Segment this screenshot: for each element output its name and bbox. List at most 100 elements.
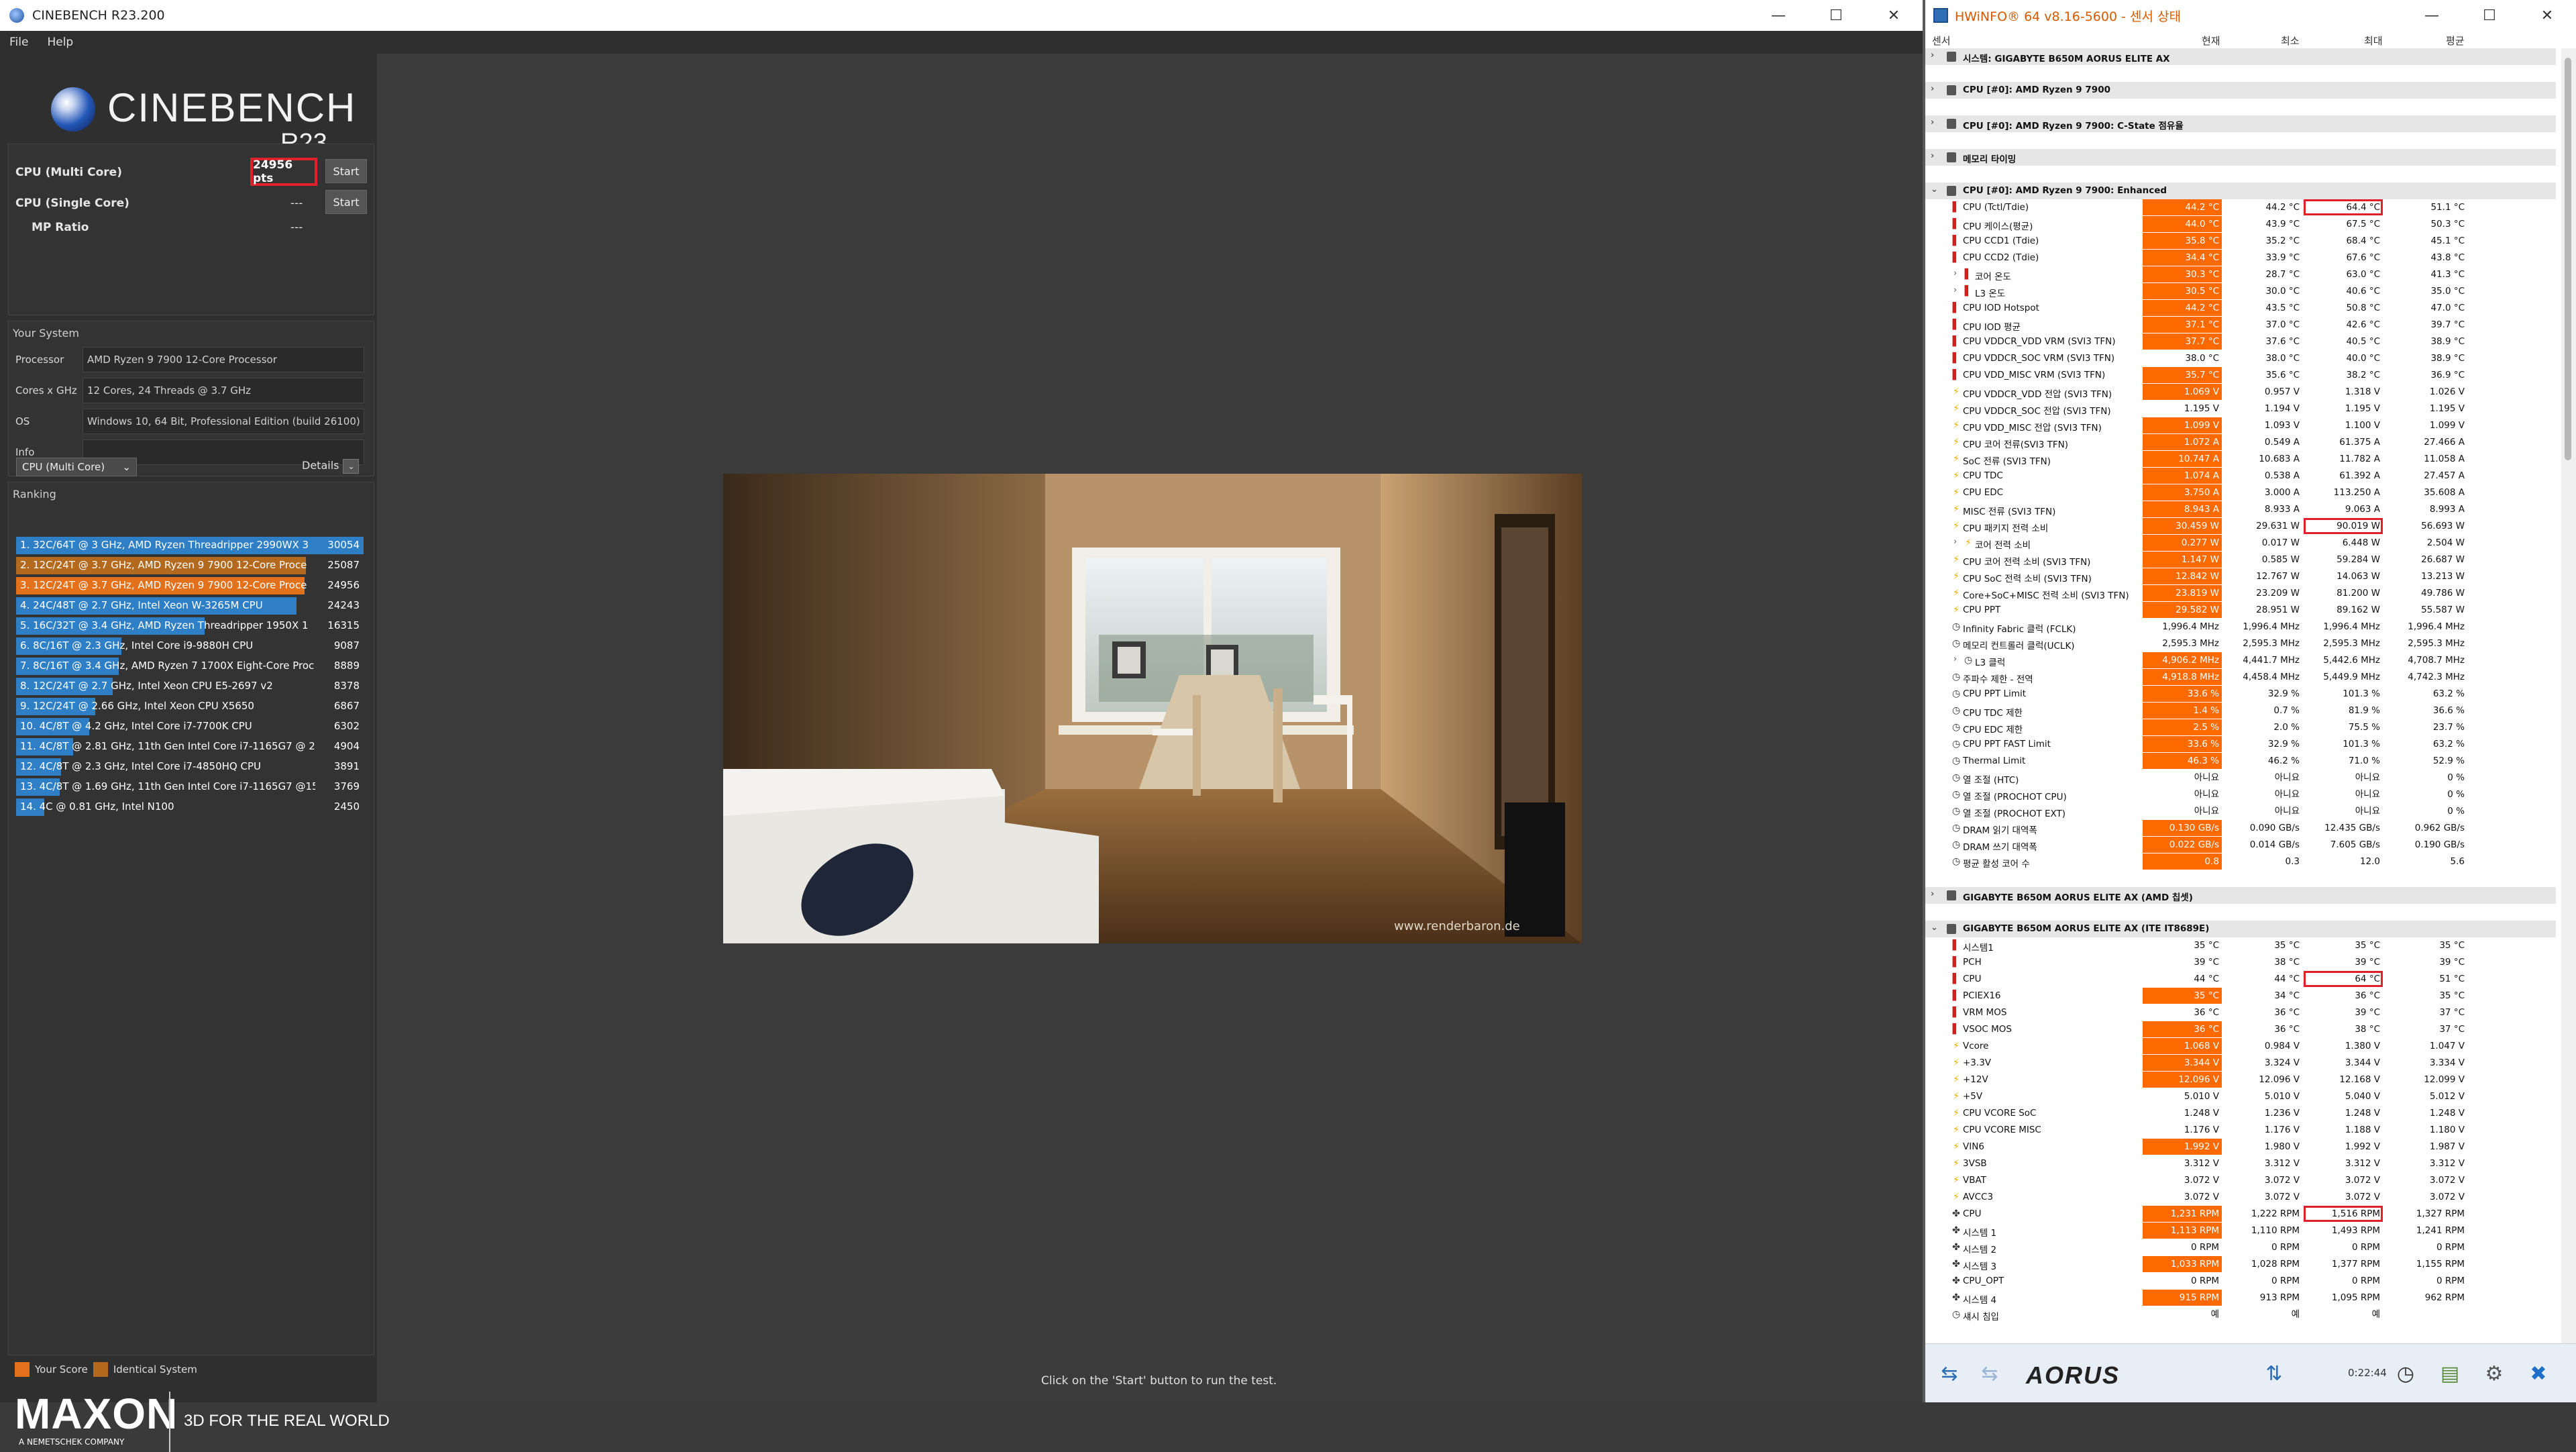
arrow-left-right-disabled-icon[interactable]: ⇆: [1972, 1359, 2007, 1388]
maximize-icon[interactable]: ☐: [2461, 0, 2518, 31]
sensor-row[interactable]: ◷ 열 조절 (PROCHOT EXT) 아니요 아니요 아니요 0 %: [1925, 803, 2556, 820]
chevron-right-icon[interactable]: ›: [1931, 151, 1934, 161]
sensor-row[interactable]: ⚡ Vcore 1.068 V 0.984 V 1.380 V 1.047 V: [1925, 1038, 2556, 1055]
sensor-row[interactable]: ◷ CPU EDC 제한 2.5 % 2.0 % 75.5 % 23.7 %: [1925, 719, 2556, 736]
col-avg[interactable]: 평균: [2446, 34, 2465, 48]
ranking-row[interactable]: 1. 32C/64T @ 3 GHz, AMD Ryzen Threadripp…: [16, 537, 364, 554]
sensor-row[interactable]: ◷ 주파수 제한 - 전역 4,918.8 MHz 4,458.4 MHz 5,449.…: [1925, 669, 2556, 686]
ranking-row[interactable]: 7. 8C/16T @ 3.4 GHz, AMD Ryzen 7 1700X E…: [16, 658, 364, 675]
sensor-row[interactable]: ▌ CPU 44 °C 44 °C 64 °C 51 °C: [1925, 971, 2556, 988]
sensor-row[interactable]: ▌ PCH 39 °C 38 °C 39 °C 39 °C: [1925, 954, 2556, 971]
sensor-row[interactable]: ◷ DRAM 쓰기 대역폭 0.022 GB/s 0.014 GB/s 7.605 GB…: [1925, 837, 2556, 853]
gear-icon[interactable]: ⚙: [2477, 1359, 2512, 1388]
ranking-row[interactable]: 10. 4C/8T @ 4.2 GHz, Intel Core i7-7700K…: [16, 718, 364, 735]
sensor-row[interactable]: › ⚡ 코어 전력 소비 0.277 W 0.017 W 6.448 W 2.504 W: [1925, 535, 2556, 552]
ranking-row[interactable]: 11. 4C/8T @ 2.81 GHz, 11th Gen Intel Cor…: [16, 738, 364, 756]
sensor-row[interactable]: ▌ VSOC MOS 36 °C 36 °C 38 °C 37 °C: [1925, 1021, 2556, 1038]
col-max[interactable]: 최대: [2364, 34, 2383, 48]
chevron-right-icon[interactable]: ›: [1953, 268, 1957, 278]
ranking-select[interactable]: CPU (Multi Core) ⌄: [16, 458, 137, 476]
sensor-row[interactable]: ◷ Infinity Fabric 클럭 (FCLK) 1,996.4 MHz 1,9…: [1925, 619, 2556, 635]
sensor-row[interactable]: ◷ CPU TDC 제한 1.4 % 0.7 % 81.9 % 36.6 %: [1925, 703, 2556, 719]
sensor-row[interactable]: ⚡ VBAT 3.072 V 3.072 V 3.072 V 3.072 V: [1925, 1172, 2556, 1189]
ranking-row[interactable]: 13. 4C/8T @ 1.69 GHz, 11th Gen Intel Cor…: [16, 778, 364, 796]
multi-core-start-button[interactable]: Start: [325, 159, 367, 183]
sensor-row[interactable]: ⚡ +12V 12.096 V 12.096 V 12.168 V 12.099 V: [1925, 1072, 2556, 1088]
sensor-row[interactable]: ✤ 시스템 2 0 RPM 0 RPM 0 RPM 0 RPM: [1925, 1239, 2556, 1256]
chevron-down-icon[interactable]: ⌄: [1931, 185, 1938, 195]
single-core-start-button[interactable]: Start: [325, 190, 367, 214]
minimize-icon[interactable]: —: [1750, 0, 1807, 31]
menu-help[interactable]: Help: [47, 36, 73, 49]
sensor-row[interactable]: ⚡ SoC 전류 (SVI3 TFN) 10.747 A 10.683 A 11.782…: [1925, 451, 2556, 468]
arrow-left-right-icon[interactable]: ⇆: [1932, 1359, 1967, 1388]
sensor-scrollbar[interactable]: [2561, 48, 2576, 1343]
sensor-row[interactable]: ⚡ 3VSB 3.312 V 3.312 V 3.312 V 3.312 V: [1925, 1155, 2556, 1172]
ranking-row[interactable]: 9. 12C/24T @ 2.66 GHz, Intel Xeon CPU X5…: [16, 698, 364, 715]
sensor-row[interactable]: › ▌ L3 온도 30.5 °C 30.0 °C 40.6 °C 35.0 °C: [1925, 283, 2556, 300]
sensor-group[interactable]: › CPU [#0]: AMD Ryzen 9 7900: [1925, 82, 2556, 99]
ranking-row[interactable]: 3. 12C/24T @ 3.7 GHz, AMD Ryzen 9 7900 1…: [16, 577, 364, 594]
sensor-row[interactable]: ▌ CPU CCD1 (Tdie) 35.8 °C 35.2 °C 68.4 °C 45.…: [1925, 233, 2556, 250]
sensor-row[interactable]: ▌ 시스템1 35 °C 35 °C 35 °C 35 °C: [1925, 937, 2556, 954]
sensor-row[interactable]: ⚡ CPU VDDCR_VDD 전압 (SVI3 TFN) 1.069 V 0.957…: [1925, 384, 2556, 401]
sensor-row[interactable]: ⚡ CPU PPT 29.582 W 28.951 W 89.162 W 55.587 W: [1925, 602, 2556, 619]
sensor-row[interactable]: ◷ 열 조절 (HTC) 아니요 아니요 아니요 0 %: [1925, 770, 2556, 786]
sensor-row[interactable]: ◷ 평균 활성 코어 수 0.8 0.3 12.0 5.6: [1925, 853, 2556, 870]
ranking-row[interactable]: 8. 12C/24T @ 2.7 GHz, Intel Xeon CPU E5-…: [16, 678, 364, 695]
sensor-row[interactable]: ⚡ +5V 5.010 V 5.010 V 5.040 V 5.012 V: [1925, 1088, 2556, 1105]
sensor-row[interactable]: ⚡ CPU VCORE MISC 1.176 V 1.176 V 1.188 V 1.18…: [1925, 1122, 2556, 1139]
sensor-row[interactable]: ▌ CPU (Tctl/Tdie) 44.2 °C 44.2 °C 64.4 °C 51.…: [1925, 199, 2556, 216]
scrollbar-thumb[interactable]: [2565, 58, 2571, 460]
chevron-right-icon[interactable]: ›: [1931, 84, 1934, 94]
sensor-row[interactable]: ◷ 메모리 컨트롤러 클럭(UCLK) 2,595.3 MHz 2,595.3 MHz…: [1925, 635, 2556, 652]
sensor-row[interactable]: ▌ CPU CCD2 (Tdie) 34.4 °C 33.9 °C 67.6 °C 43.…: [1925, 250, 2556, 266]
sensor-row[interactable]: ⚡ CPU SoC 전력 소비 (SVI3 TFN) 12.842 W 12.767 …: [1925, 568, 2556, 585]
menu-file[interactable]: File: [9, 36, 28, 49]
ranking-row[interactable]: 5. 16C/32T @ 3.4 GHz, AMD Ryzen Threadri…: [16, 617, 364, 635]
sensor-row[interactable]: ⚡ CPU VDDCR_SOC 전압 (SVI3 TFN) 1.195 V 1.194…: [1925, 401, 2556, 417]
ranking-row[interactable]: 14. 4C @ 0.81 GHz, Intel N100 2450: [16, 798, 364, 816]
sensor-group[interactable]: ⌄ GIGABYTE B650M AORUS ELITE AX (ITE IT86…: [1925, 921, 2556, 937]
sensor-group[interactable]: › CPU [#0]: AMD Ryzen 9 7900: C-State 점유율: [1925, 115, 2556, 132]
sensor-row[interactable]: › ▌ 코어 온도 30.3 °C 28.7 °C 63.0 °C 41.3 °C: [1925, 266, 2556, 283]
sensor-row[interactable]: ◷ DRAM 읽기 대역폭 0.130 GB/s 0.090 GB/s 12.435 G…: [1925, 820, 2556, 837]
chevron-right-icon[interactable]: ›: [1931, 50, 1934, 60]
sensor-row[interactable]: ▌ VRM MOS 36 °C 36 °C 39 °C 37 °C: [1925, 1004, 2556, 1021]
sensor-row[interactable]: ⚡ +3.3V 3.344 V 3.324 V 3.344 V 3.334 V: [1925, 1055, 2556, 1072]
chevron-right-icon[interactable]: ›: [1953, 654, 1957, 664]
sensor-row[interactable]: ✤ CPU 1,231 RPM 1,222 RPM 1,516 RPM 1,327 RPM: [1925, 1206, 2556, 1223]
sensor-row[interactable]: ◷ Thermal Limit 46.3 % 46.2 % 71.0 % 52.9 %: [1925, 753, 2556, 770]
sensor-row[interactable]: ▌ CPU VDDCR_VDD VRM (SVI3 TFN) 37.7 °C 37.6…: [1925, 333, 2556, 350]
ranking-row[interactable]: 4. 24C/48T @ 2.7 GHz, Intel Xeon W-3265M…: [16, 597, 364, 615]
sensor-row[interactable]: ⚡ Core+SoC+MISC 전력 소비 (SVI3 TFN) 23.819 W 2…: [1925, 585, 2556, 602]
sensor-row[interactable]: ◷ 섀시 침입 예 예 예: [1925, 1306, 2556, 1323]
sensor-row[interactable]: ◷ CPU PPT Limit 33.6 % 32.9 % 101.3 % 63.2 %: [1925, 686, 2556, 703]
ranking-row[interactable]: 2. 12C/24T @ 3.7 GHz, AMD Ryzen 9 7900 1…: [16, 557, 364, 574]
sensor-row[interactable]: ✤ 시스템 3 1,033 RPM 1,028 RPM 1,377 RPM 1,155 R…: [1925, 1256, 2556, 1273]
report-icon[interactable]: ▤: [2432, 1359, 2467, 1388]
sensor-group[interactable]: › 시스템: GIGABYTE B650M AORUS ELITE AX: [1925, 48, 2556, 65]
sensor-row[interactable]: ⚡ CPU VCORE SoC 1.248 V 1.236 V 1.248 V 1.248…: [1925, 1105, 2556, 1122]
sensor-row[interactable]: ⚡ VIN6 1.992 V 1.980 V 1.992 V 1.987 V: [1925, 1139, 2556, 1155]
sensor-row[interactable]: ⚡ CPU VDD_MISC 전압 (SVI3 TFN) 1.099 V 1.093 …: [1925, 417, 2556, 434]
sensor-group[interactable]: › GIGABYTE B650M AORUS ELITE AX (AMD 칩셋): [1925, 887, 2556, 904]
chevron-right-icon[interactable]: ›: [1953, 285, 1957, 295]
sensor-group[interactable]: ⌄ CPU [#0]: AMD Ryzen 9 7900: Enhanced: [1925, 183, 2556, 199]
sensor-row[interactable]: ▌ CPU IOD 평균 37.1 °C 37.0 °C 42.6 °C 39.7 °C: [1925, 317, 2556, 333]
close-icon[interactable]: ✕: [1865, 0, 1923, 31]
details-dropdown[interactable]: Details ⌄: [302, 459, 360, 474]
chevron-down-icon[interactable]: ⌄: [1931, 923, 1938, 933]
close-icon[interactable]: ✖: [2521, 1359, 2556, 1388]
col-current[interactable]: 현재: [2202, 34, 2220, 48]
ranking-row[interactable]: 12. 4C/8T @ 2.3 GHz, Intel Core i7-4850H…: [16, 758, 364, 776]
sensor-row[interactable]: ▌ CPU 케이스(평균) 44.0 °C 43.9 °C 67.5 °C 50.3 °C: [1925, 216, 2556, 233]
sensor-row[interactable]: ⚡ MISC 전류 (SVI3 TFN) 8.943 A 8.933 A 9.063 A…: [1925, 501, 2556, 518]
minimize-icon[interactable]: —: [2403, 0, 2461, 31]
close-icon[interactable]: ✕: [2518, 0, 2576, 31]
sensor-row[interactable]: ✤ CPU_OPT 0 RPM 0 RPM 0 RPM 0 RPM: [1925, 1273, 2556, 1290]
sensor-row[interactable]: › ◷ L3 클럭 4,906.2 MHz 4,441.7 MHz 5,442.6 MHz…: [1925, 652, 2556, 669]
sensor-row[interactable]: ✤ 시스템 1 1,113 RPM 1,110 RPM 1,493 RPM 1,241 R…: [1925, 1223, 2556, 1239]
chevron-right-icon[interactable]: ›: [1931, 889, 1934, 899]
sensor-row[interactable]: ⚡ AVCC3 3.072 V 3.072 V 3.072 V 3.072 V: [1925, 1189, 2556, 1206]
